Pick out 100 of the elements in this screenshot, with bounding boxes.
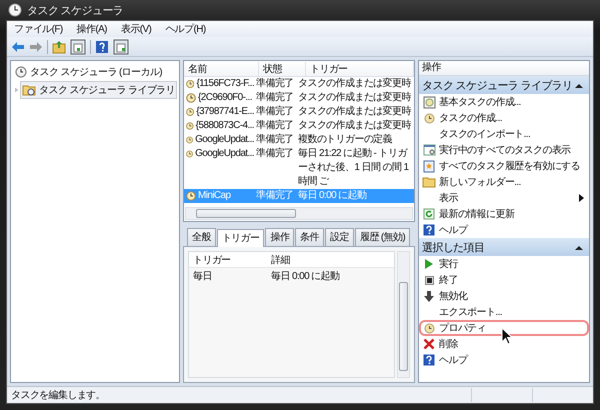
task-trigger: タスクの作成または変更時 [297,91,412,105]
task-trigger: タスクの作成または変更時 [297,119,412,133]
window-list-icon [422,144,436,156]
tab[interactable]: 操作 [265,228,294,246]
task-status: 準備完了 [255,77,295,91]
clock-icon [186,121,194,131]
tab[interactable]: 条件 [295,228,324,246]
task-status: 準備完了 [255,91,295,105]
task-row[interactable]: {37987741-E... 準備完了 タスクの作成または変更時 [184,105,414,119]
task-name: MiniCap [198,189,230,203]
column-header[interactable]: 状態 [259,62,306,76]
action-item[interactable]: エクスポート... [419,304,589,320]
action-item[interactable]: 無効化 [419,288,589,304]
tab[interactable]: 全般 [187,228,216,246]
group-header[interactable]: タスク スケジューラ ライブラリ [419,76,589,94]
task-row[interactable]: {1156FC73-F... 準備完了 タスクの作成または変更時 [184,77,414,91]
action-item[interactable]: 実行 [419,256,589,272]
expand-arrow-icon[interactable] [15,86,18,94]
column-header[interactable]: トリガー [189,252,271,266]
clock-icon [186,149,194,159]
group-header[interactable]: 選択した項目 [419,238,589,256]
window-title: タスク スケジューラ [27,4,124,18]
task-status: 準備完了 [255,189,295,203]
stop-icon [424,276,434,284]
task-name: {1156FC73-F... [196,77,254,91]
action-item[interactable]: ヘルプ [419,222,589,238]
refresh-icon [423,208,435,220]
action-item[interactable]: 実行中のすべてのタスクの表示 [419,142,589,158]
action-item[interactable]: 基本タスクの作成... [419,94,589,110]
folder-up-icon[interactable] [52,40,66,54]
action-item[interactable]: タスクのインポート... [419,126,589,142]
down-arrow-icon [424,290,434,302]
menu-item[interactable]: ファイル(F) [7,22,70,36]
clock-icon [8,3,22,17]
collapse-icon[interactable] [575,244,583,250]
column-header[interactable]: 詳細 [271,252,290,266]
task-trigger: タスクの作成または変更時 [297,77,412,91]
clock-icon [424,112,434,124]
task-trigger: 毎日 21:22 に起動 - トリガーされた後、1 日間 の間 1 時間 ご [297,147,410,189]
action-item[interactable]: プロパティ [419,320,589,336]
task-trigger: タスクの作成または変更時 [297,105,412,119]
forward-arrow-icon[interactable] [29,40,43,52]
clock-icon [424,322,434,334]
panel-icon[interactable] [113,38,129,54]
task-row[interactable]: {2C9690F0-... 準備完了 タスクの作成または変更時 [184,91,414,105]
action-item[interactable]: 新しいフォルダー... [419,174,589,190]
action-item[interactable]: ヘルプ [419,352,589,368]
action-item[interactable]: 最新の情報に更新 [419,206,589,222]
action-item[interactable]: タスクの作成... [419,110,589,126]
menu-item[interactable]: ヘルプ(H) [158,22,213,36]
back-arrow-icon[interactable] [11,40,25,52]
action-item[interactable]: すべてのタスク履歴を有効にする [419,158,589,174]
submenu-arrow-icon [579,194,584,202]
menu-item[interactable]: 表示(V) [114,22,158,36]
action-item[interactable]: 終了 [419,272,589,288]
help-icon [423,354,435,366]
column-header[interactable]: トリガー [306,62,414,76]
task-name: GoogleUpdat... [195,133,254,147]
table-cell-text: 毎日 0:00 に起動 [271,270,340,282]
collapse-icon[interactable] [575,82,583,88]
task-status: 準備完了 [255,133,295,147]
task-name: GoogleUpdat... [195,147,254,161]
task-name: {37987741-E... [196,105,254,119]
action-item[interactable]: 表示 [419,190,589,206]
task-row[interactable]: {5880873C-4... 準備完了 タスクの作成または変更時 [184,119,414,133]
clock-icon [186,191,196,201]
status-text: タスクを編集します。 [10,389,106,402]
clock-icon [15,66,27,78]
help-icon[interactable] [95,40,109,54]
action-item[interactable]: 削除 [419,336,589,352]
folder-icon [22,84,36,96]
horizontal-scrollbar[interactable] [185,207,413,220]
play-icon [425,259,433,269]
task-row[interactable]: GoogleUpdat... 準備完了 複数のトリガーの定義 [184,133,414,147]
task-trigger: 複数のトリガーの定義 [297,133,394,147]
task-status: 準備完了 [255,119,295,133]
task-name: {5880873C-4... [196,119,254,133]
cursor-icon [501,327,513,345]
tab[interactable]: 設定 [325,228,354,246]
tab[interactable]: トリガー [216,229,264,247]
clock-icon [186,93,196,103]
vertical-scrollbar[interactable] [397,251,410,378]
task-status: 準備完了 [255,105,295,119]
task-name: {2C9690F0-... [198,91,252,105]
clock-icon [186,135,194,145]
task-wizard-icon [422,96,436,108]
menu-item[interactable]: 操作(A) [70,22,114,36]
panel-icon[interactable] [70,38,86,54]
tree-item[interactable]: タスク スケジューラ ライブラリ [20,81,177,99]
clock-icon [186,79,194,89]
table-cell-text: 毎日 [192,270,213,282]
pane-title: 操作 [419,61,589,76]
tree-item[interactable]: タスク スケジューラ (ローカル) [13,63,164,81]
task-trigger: 毎日 0:00 に起動 [297,189,368,203]
task-status: 準備完了 [255,147,295,161]
folder-icon [422,176,436,188]
task-row[interactable]: GoogleUpdat... 準備完了 毎日 21:22 に起動 - トリガーされた後、1 日間 の間 1 時間 ご [184,147,414,189]
tab[interactable]: 履歴 (無効) [354,228,410,246]
clock-icon [186,107,194,117]
column-header[interactable]: 名前 [184,62,259,76]
